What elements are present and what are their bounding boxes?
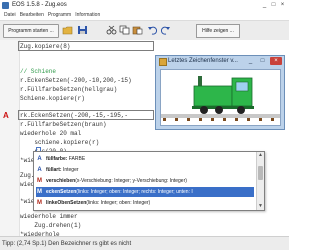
autocomplete-item[interactable]: MlinkeObenSetzen(links: Integer; oben: I… [36, 198, 254, 208]
code-line: Zug.kopiere(8) [20, 43, 71, 50]
autocomplete-item[interactable]: Mverschieben(x-Verschiebung: Integer; y-… [36, 176, 254, 186]
train-drawing [161, 76, 280, 121]
rail [161, 114, 280, 118]
item-name: füllfarbe: [46, 156, 68, 162]
code-line: r.EckenSetzen(-200,-10,200,-15) [20, 77, 132, 84]
code-line: r.FüllfarbeSetzen(hellgrau) [20, 86, 118, 93]
drawing-window-title: Letztes Zeichenfenster v... [168, 58, 238, 64]
window-title: EOS 1.5.8 - Zug.eos [12, 2, 67, 8]
autocomplete-popup[interactable]: Afüllfarbe: FARBE Afüllart: Integer Mver… [33, 151, 265, 211]
window-controls: _ □ × [260, 0, 287, 11]
undo-icon[interactable] [147, 25, 158, 35]
app-window: EOS 1.5.8 - Zug.eos _ □ × Datei Bearbeit… [0, 0, 289, 250]
code-line: Zug.drehen(1) [20, 222, 82, 229]
drawing-window-titlebar[interactable]: Letztes Zeichenfenster v... _ □ × [156, 56, 284, 67]
autocomplete-item-selected[interactable]: MeckenSetzen(links: Integer; oben: Integ… [36, 187, 254, 197]
open-folder-icon[interactable] [62, 25, 73, 35]
code-line: wiederhole immer [20, 213, 78, 220]
autocomplete-scrollbar[interactable]: ▲ ▼ [256, 152, 264, 210]
run-program-button[interactable]: Programm starten ... [3, 24, 59, 38]
menu-bar: Datei Bearbeiten Programm Information [0, 11, 289, 20]
paste-icon[interactable] [132, 25, 143, 35]
drawing-maximize-button[interactable]: □ [258, 57, 267, 65]
method-badge: M [37, 189, 42, 195]
method-badge: M [37, 178, 42, 184]
item-signature: Integer [62, 167, 79, 173]
code-line: r.FüllfarbeSetzen(braun) [20, 121, 107, 128]
item-signature: (x-Verschiebung: Integer; y-Verschiebung… [75, 178, 187, 184]
drawing-window[interactable]: Letztes Zeichenfenster v... _ □ × [155, 55, 285, 130]
toolbar: Programm starten ... Hilfe zeigen ... [0, 20, 289, 41]
locomotive [192, 76, 254, 114]
code-line: Schiene.kopiere(r) [20, 95, 85, 102]
save-icon[interactable] [77, 25, 88, 35]
menu-bearbeiten[interactable]: Bearbeiten [20, 11, 44, 20]
code-comment: // Schiene [20, 68, 57, 75]
item-signature: FARBE [68, 156, 86, 162]
menu-programm[interactable]: Programm [48, 11, 71, 20]
code-line-error: rk.EckenSetzen(-200,-15,-195,- [20, 112, 129, 119]
drawing-canvas [160, 69, 281, 126]
item-name: eckenSetzen [46, 189, 77, 195]
status-bar: Tipp: (2,74 Sp.1) Den Bezeichner rs gibt… [0, 236, 289, 250]
redo-icon[interactable] [160, 25, 171, 35]
drawing-window-icon [159, 58, 167, 66]
error-marker-icon: A [3, 111, 9, 120]
scroll-thumb[interactable] [258, 166, 263, 180]
code-line: schiene.kopiere(r) [20, 139, 100, 146]
help-button[interactable]: Hilfe zeigen ... [196, 24, 240, 38]
autocomplete-item[interactable]: Afüllfarbe: FARBE [36, 154, 254, 164]
item-signature: (links: Integer; oben: Integer) [86, 200, 151, 206]
method-badge: M [37, 200, 42, 206]
attribute-badge: A [37, 167, 42, 173]
drawing-minimize-button[interactable]: _ [246, 57, 255, 65]
scroll-down-icon[interactable]: ▼ [257, 203, 264, 210]
app-icon [2, 2, 9, 9]
menu-information[interactable]: Information [75, 11, 100, 20]
menu-datei[interactable]: Datei [4, 11, 16, 20]
status-message: Tipp: (2,74 Sp.1) Den Bezeichner rs gibt… [2, 241, 132, 247]
sleepers [163, 118, 274, 121]
item-name: füllart: [46, 167, 62, 173]
autocomplete-item[interactable]: Afüllart: Integer [36, 165, 254, 175]
scroll-up-icon[interactable]: ▲ [257, 152, 264, 159]
item-name: linkeObenSetzen [46, 200, 87, 206]
minimize-button[interactable]: _ [260, 0, 269, 11]
item-name: verschieben [46, 178, 76, 184]
copy-icon[interactable] [119, 25, 130, 35]
item-signature: (links: Integer; oben: Integer; rechts: … [76, 189, 193, 195]
code-line: wiederhole 20 mal [20, 130, 82, 137]
attribute-badge: A [37, 156, 42, 162]
drawing-close-button[interactable]: × [270, 57, 282, 65]
editor-gutter: A [0, 40, 20, 236]
close-button[interactable]: × [278, 0, 287, 11]
maximize-button[interactable]: □ [269, 0, 278, 11]
cut-icon[interactable] [106, 25, 117, 35]
